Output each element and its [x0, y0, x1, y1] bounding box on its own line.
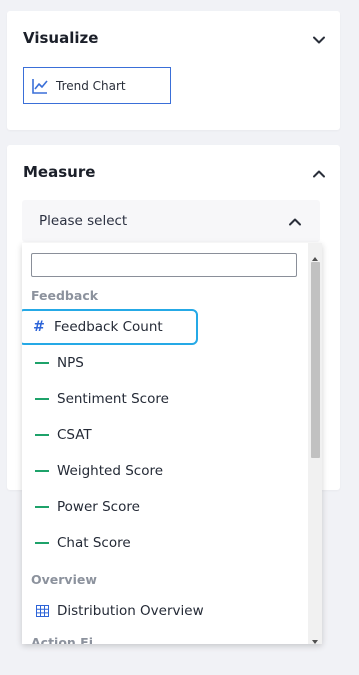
trend-chart-label: Trend Chart: [56, 78, 126, 93]
option-label: Sentiment Score: [57, 391, 169, 407]
measure-list-icon: [35, 464, 50, 478]
option-label: NPS: [57, 355, 84, 371]
option-label: Feedback Count: [54, 319, 163, 335]
option-label: Power Score: [57, 499, 140, 515]
measure-dropdown: Feedback # Feedback Count NPS Sentiment …: [22, 243, 322, 644]
select-placeholder: Please select: [39, 213, 128, 229]
group-label-action: Action Fi...: [31, 635, 108, 644]
option-label: Weighted Score: [57, 463, 164, 479]
measure-list-icon: [35, 392, 50, 406]
chevron-down-icon[interactable]: [312, 33, 326, 47]
measure-list-icon: [35, 428, 50, 442]
option-sentiment-score[interactable]: Sentiment Score: [22, 383, 307, 415]
chevron-up-icon[interactable]: [312, 167, 326, 181]
hash-icon: #: [33, 319, 45, 335]
option-feedback-count[interactable]: # Feedback Count: [22, 309, 198, 345]
chevron-up-icon: [288, 215, 302, 229]
trend-chart-icon: [31, 77, 49, 95]
visualize-panel: Visualize Trend Chart: [7, 11, 340, 130]
visualize-title: Visualize: [23, 29, 99, 47]
group-label-feedback: Feedback: [31, 288, 99, 303]
group-label-overview: Overview: [31, 572, 97, 587]
measure-select[interactable]: Please select: [22, 200, 320, 242]
scroll-down-arrow-icon[interactable]: [311, 631, 319, 644]
measure-title: Measure: [23, 163, 96, 181]
option-power-score[interactable]: Power Score: [22, 491, 307, 523]
scroll-up-arrow-icon[interactable]: [311, 248, 319, 261]
trend-chart-button[interactable]: Trend Chart: [23, 67, 171, 104]
option-label: Chat Score: [57, 535, 131, 551]
option-distribution-overview[interactable]: Distribution Overview: [22, 595, 307, 627]
option-label: Distribution Overview: [57, 603, 204, 619]
measure-list-icon: [35, 536, 50, 550]
option-chat-score[interactable]: Chat Score: [22, 527, 307, 559]
measure-list-icon: [35, 356, 50, 370]
dropdown-search-input[interactable]: [31, 253, 297, 277]
option-csat[interactable]: CSAT: [22, 419, 307, 451]
measure-list-icon: [35, 500, 50, 514]
option-label: CSAT: [57, 427, 92, 443]
table-icon: [35, 604, 49, 618]
option-weighted-score[interactable]: Weighted Score: [22, 455, 307, 487]
scroll-thumb[interactable]: [311, 262, 320, 458]
dropdown-scrollbar[interactable]: [308, 243, 322, 644]
option-nps[interactable]: NPS: [22, 347, 307, 379]
